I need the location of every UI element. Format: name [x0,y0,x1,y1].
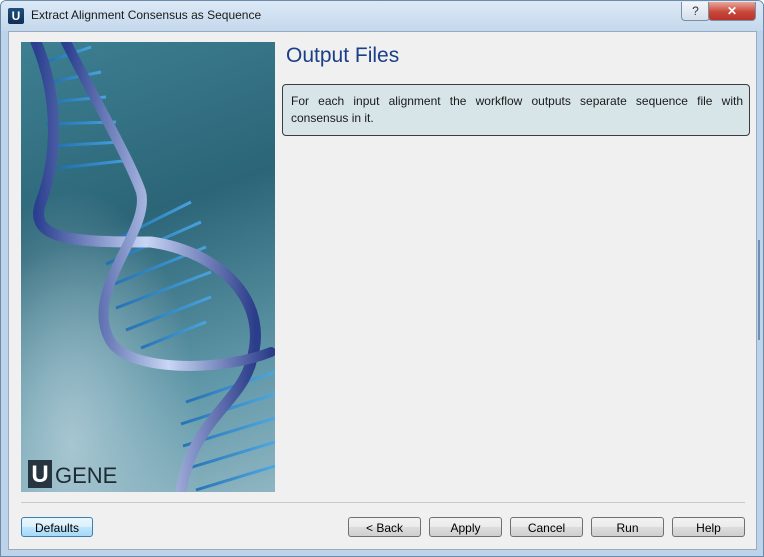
logo-letter: U [28,460,52,488]
cancel-button[interactable]: Cancel [510,517,583,537]
page-title: Output Files [286,44,400,67]
dialog-content: U GENE Output Files For each input align… [8,31,757,550]
background-scroll-edge [758,240,760,340]
dna-helix-graphic [30,42,275,492]
title-bar[interactable]: U Extract Alignment Consensus as Sequenc… [1,1,763,31]
description-box: For each input alignment the workflow ou… [282,84,750,136]
button-divider [21,502,745,503]
window-title: Extract Alignment Consensus as Sequence [31,8,262,22]
ugene-logo: U GENE [28,458,117,488]
dialog-window: U Extract Alignment Consensus as Sequenc… [0,0,764,557]
help-icon[interactable]: ? [681,2,710,21]
close-icon[interactable]: ✕ [708,2,756,21]
apply-button[interactable]: Apply [429,517,502,537]
dna-banner-image: U GENE [21,42,275,492]
run-button[interactable]: Run [591,517,664,537]
logo-text: GENE [55,463,118,488]
help-button[interactable]: Help [672,517,745,537]
back-button[interactable]: < Back [348,517,421,537]
ugene-app-icon: U [8,8,24,24]
defaults-button[interactable]: Defaults [21,517,93,537]
